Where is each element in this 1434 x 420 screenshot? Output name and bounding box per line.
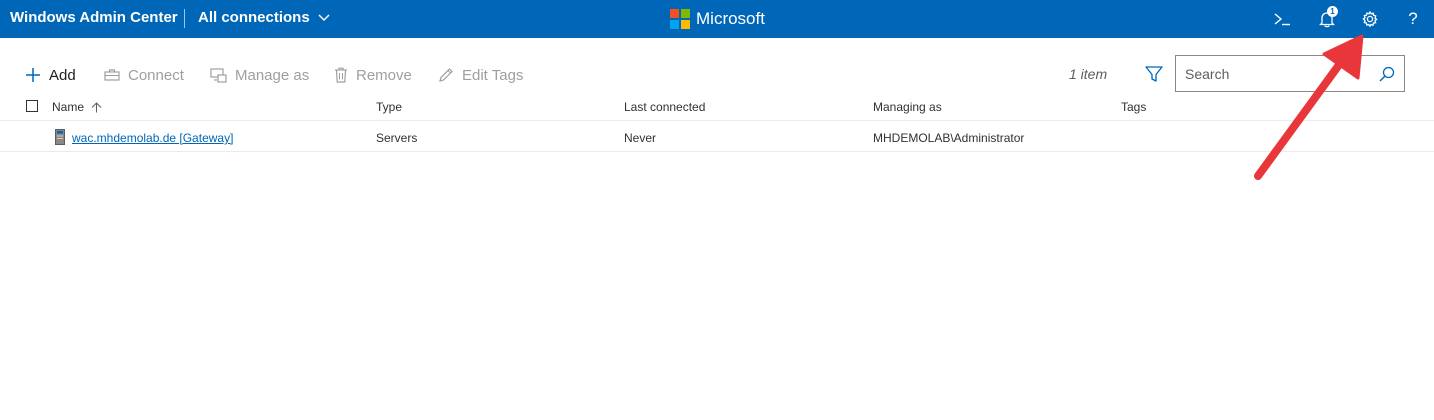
edit-tags-label: Edit Tags: [462, 66, 524, 84]
filter-button[interactable]: [1144, 64, 1164, 84]
item-count: 1 item: [1069, 66, 1108, 82]
column-header-tags[interactable]: Tags: [1121, 100, 1146, 114]
manage-as-button[interactable]: Manage as: [210, 64, 309, 86]
add-button[interactable]: Add: [25, 64, 76, 86]
pencil-icon: [439, 68, 453, 82]
column-header-last-connected[interactable]: Last connected: [624, 100, 705, 114]
cell-type: Servers: [376, 131, 418, 145]
app-title[interactable]: Windows Admin Center: [10, 9, 178, 26]
gear-icon[interactable]: [1359, 8, 1381, 30]
notifications-button[interactable]: 1: [1316, 6, 1338, 30]
cell-last-connected: Never: [624, 131, 657, 145]
search-icon[interactable]: [1378, 65, 1396, 83]
select-all-checkbox[interactable]: [26, 100, 38, 112]
column-header-name[interactable]: Name: [52, 100, 102, 114]
connect-label: Connect: [128, 66, 184, 84]
annotation-arrow: [1254, 34, 1364, 180]
brand-text: Microsoft: [696, 9, 765, 28]
all-connections-label: All connections: [198, 9, 310, 26]
column-header-managing-as[interactable]: Managing as: [873, 100, 942, 114]
microsoft-brand: Microsoft: [670, 9, 765, 29]
filter-icon: [1145, 66, 1163, 82]
column-header-type[interactable]: Type: [376, 100, 402, 114]
chevron-down-icon: [318, 13, 330, 21]
notification-badge: 1: [1327, 6, 1338, 17]
server-icon: [55, 129, 65, 145]
add-label: Add: [49, 66, 76, 84]
plus-icon: [26, 68, 40, 82]
briefcase-icon: [104, 69, 120, 81]
remove-label: Remove: [356, 66, 412, 84]
manage-as-label: Manage as: [235, 66, 310, 84]
microsoft-logo-icon: [670, 9, 690, 29]
manage-as-icon: [210, 67, 227, 83]
help-icon[interactable]: ?: [1402, 8, 1424, 30]
connection-name-link[interactable]: wac.mhdemolab.de [Gateway]: [72, 131, 233, 145]
terminal-icon[interactable]: [1271, 8, 1293, 30]
connect-button[interactable]: Connect: [104, 64, 184, 86]
trash-icon: [335, 67, 347, 83]
help-glyph: ?: [1408, 9, 1418, 28]
sort-ascending-icon: [92, 102, 102, 113]
table-header: Name Type Last connected Managing as Tag…: [0, 96, 1434, 121]
edit-tags-button[interactable]: Edit Tags: [438, 64, 523, 86]
cell-managing-as: MHDEMOLAB\Administrator: [873, 131, 1025, 145]
all-connections-menu[interactable]: All connections: [198, 9, 330, 26]
top-bar: Windows Admin Center All connections Mic…: [0, 0, 1434, 38]
table-row[interactable]: wac.mhdemolab.de [Gateway] Servers Never…: [0, 122, 1434, 152]
remove-button[interactable]: Remove: [334, 64, 412, 86]
title-separator: [184, 9, 185, 28]
